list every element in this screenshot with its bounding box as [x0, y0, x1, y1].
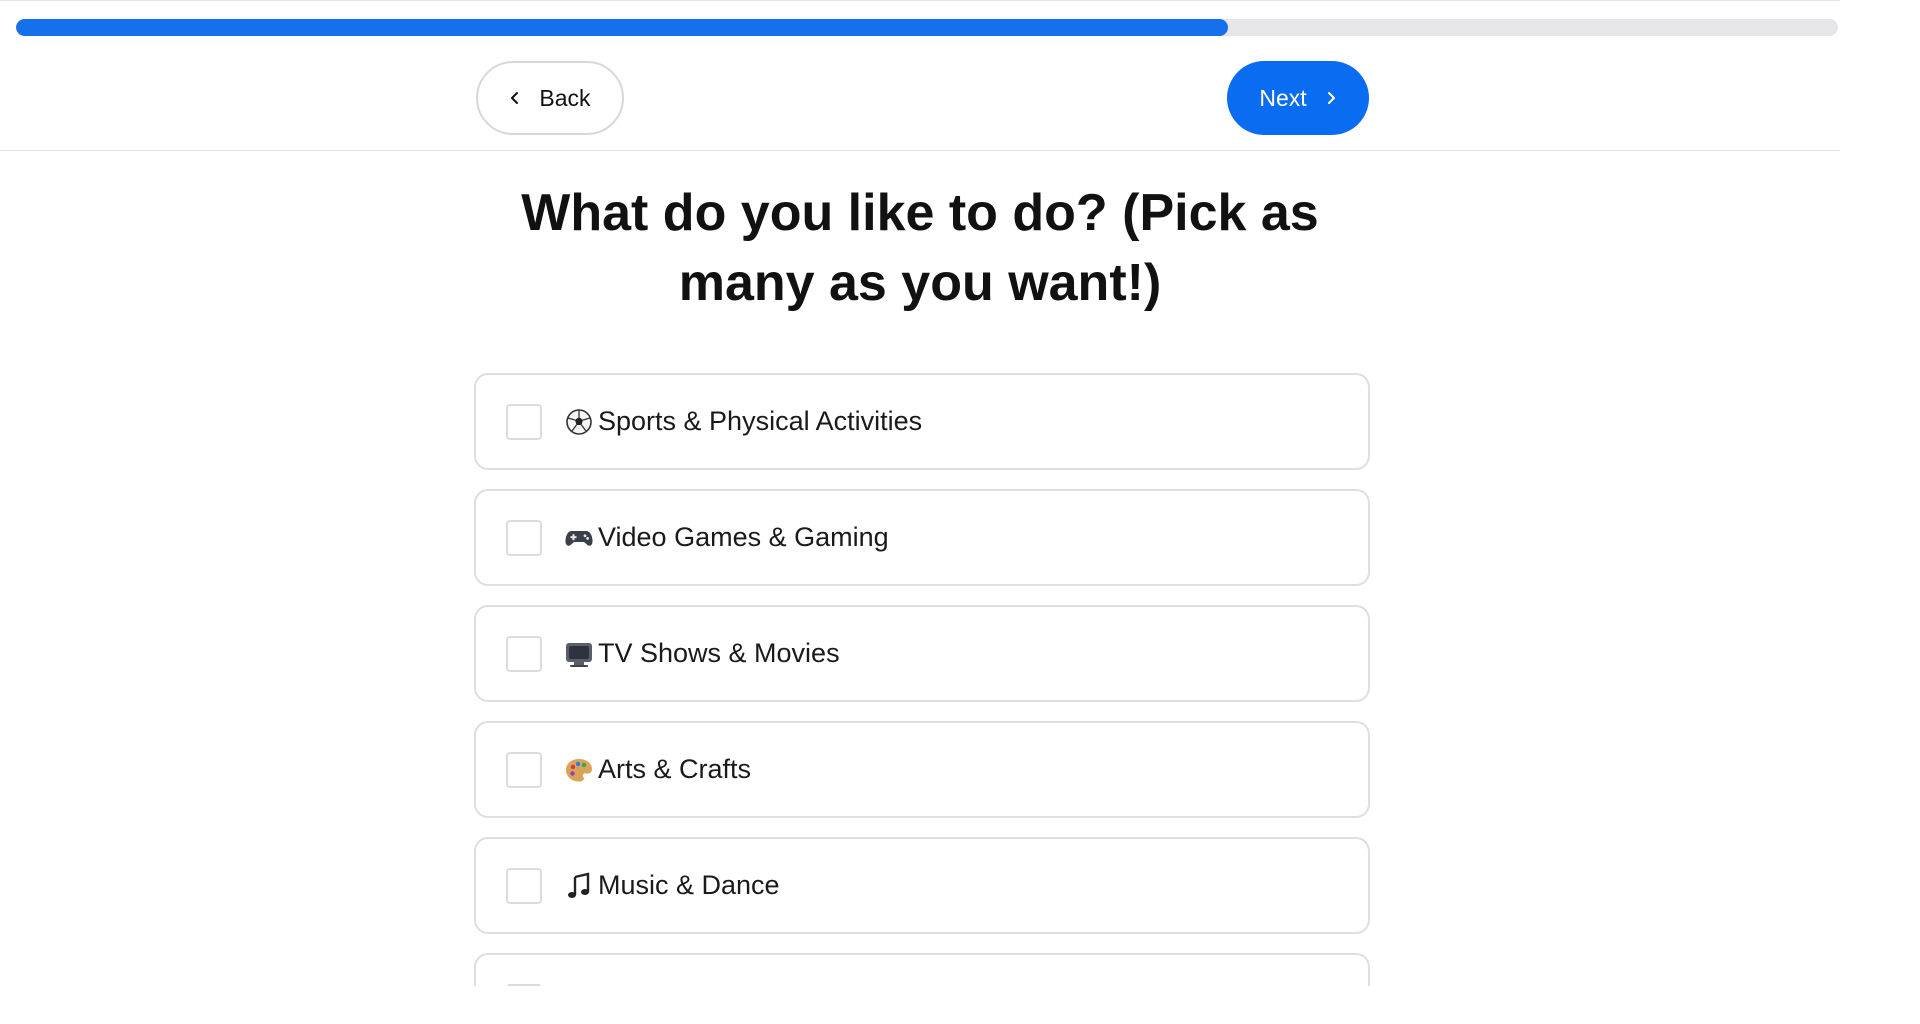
soccer-ball-icon — [564, 407, 594, 437]
back-button-label: Back — [539, 84, 591, 111]
option-checkbox[interactable] — [506, 867, 542, 904]
page-title: What do you like to do? (Pick as many as… — [521, 184, 1319, 312]
television-icon — [564, 639, 594, 669]
option-checkbox[interactable] — [506, 635, 542, 672]
game-controller-icon — [564, 523, 594, 553]
progress-bar — [16, 19, 1838, 36]
option-checkbox[interactable] — [506, 403, 542, 440]
music-note-icon — [564, 871, 594, 901]
option-tv-movies[interactable]: TV Shows & Movies — [474, 605, 1370, 702]
next-button[interactable]: Next — [1227, 61, 1369, 135]
option-sports[interactable]: Sports & Physical Activities — [474, 373, 1370, 470]
option-label: TV Shows & Movies — [598, 638, 840, 668]
option-label: Music & Dance — [598, 870, 780, 900]
option-label: Video Games & Gaming — [598, 522, 889, 552]
option-label: Arts & Crafts — [598, 754, 752, 784]
progress-bar-fill — [16, 19, 1228, 36]
back-button[interactable]: Back — [476, 61, 624, 135]
viewport-bottom-mask — [0, 986, 1920, 1024]
option-checkbox[interactable] — [506, 751, 542, 788]
chevron-left-icon — [509, 91, 521, 105]
option-arts-crafts[interactable]: Arts & Crafts — [474, 721, 1370, 818]
next-button-label: Next — [1259, 84, 1307, 111]
option-label: Sports & Physical Activities — [598, 406, 923, 436]
option-music-dance[interactable]: Music & Dance — [474, 837, 1370, 934]
palette-icon — [564, 755, 594, 785]
options-list: Sports & Physical Activities Video Games… — [474, 373, 1370, 1024]
option-checkbox[interactable] — [506, 519, 542, 556]
onboarding-page: Back Next What do you like to do? (Pick … — [0, 0, 1920, 1024]
top-divider — [0, 0, 1840, 1]
option-video-games[interactable]: Video Games & Gaming — [474, 489, 1370, 586]
chevron-right-icon — [1325, 91, 1337, 105]
